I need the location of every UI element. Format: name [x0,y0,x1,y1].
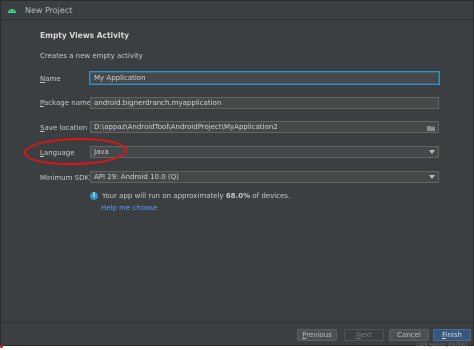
watermark: CSDN @weixin_45876601 [416,342,468,347]
next-button[interactable]: Next [344,329,384,341]
window-title: New Project [25,5,73,15]
api-coverage-text: Your app will run on approximately 68.0%… [102,192,291,200]
cancel-button[interactable]: Cancel [389,329,429,341]
name-field[interactable]: My Application [90,72,439,84]
save-location-field[interactable]: D:\appaz\AndroidTool\AndroidProject\MyAp… [90,121,439,133]
folder-icon[interactable] [427,124,435,131]
language-label: Language [40,149,75,157]
finish-button[interactable]: Finish [433,329,471,341]
previous-button[interactable]: Previous [297,329,337,341]
package-name-field[interactable]: android.bignerdranch.myapplication [90,97,439,109]
new-project-dialog: New Project Empty Views Activity Creates… [0,0,474,346]
title-bar: New Project [1,1,473,20]
chevron-down-icon [429,175,435,179]
language-select[interactable]: Java [90,146,439,158]
minimum-sdk-value: API 29: Android 10.0 (Q) [94,173,179,181]
chevron-down-icon [429,150,435,154]
android-icon [7,5,17,15]
minimum-sdk-select[interactable]: API 29: Android 10.0 (Q) [90,171,439,183]
minimum-sdk-label: Minimum SDK [40,174,90,182]
info-icon: i [90,192,98,200]
language-value: Java [94,148,109,156]
save-location-label: Save location [40,124,88,132]
red-mark [0,345,3,348]
name-label: Name [40,75,61,83]
save-location-value: D:\appaz\AndroidTool\AndroidProject\MyAp… [94,123,278,131]
help-me-choose-link[interactable]: Help me choose [101,204,157,212]
page-title: Empty Views Activity [40,31,130,40]
page-subtitle: Creates a new empty activity [40,52,143,60]
api-coverage-info: i Your app will run on approximately 68.… [90,192,290,200]
package-name-label: Package name [40,99,92,107]
